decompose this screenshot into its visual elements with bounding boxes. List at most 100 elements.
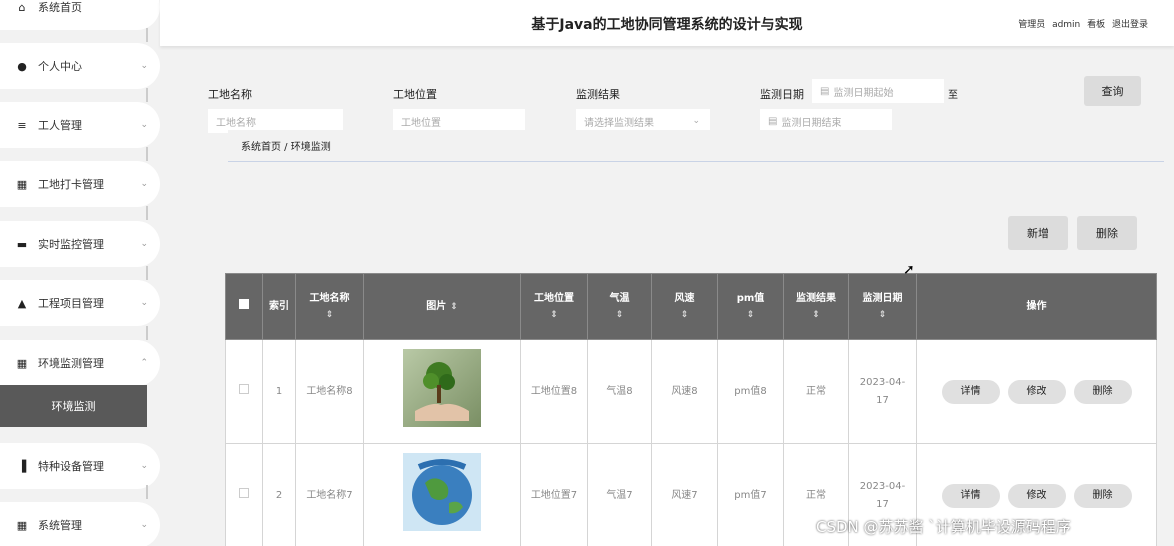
divider (146, 147, 148, 161)
sort-icon[interactable]: ⇕ (784, 307, 848, 323)
actions-cell: 详情 修改 删除 (916, 339, 1157, 444)
column-header[interactable]: 监测日期 ⇕ (848, 273, 917, 340)
chevron-down-icon: ⌄ (140, 179, 148, 189)
date-start-placeholder: 监测日期起始 (833, 87, 894, 99)
date-start-input[interactable]: ▤ 监测日期起始 (812, 79, 944, 103)
chevron-down-icon: ⌄ (140, 298, 148, 308)
sort-icon[interactable]: ⇕ (849, 307, 916, 323)
checkbox-cell[interactable] (225, 339, 263, 444)
list-icon: ≡ (17, 118, 27, 132)
sidebar-item-2[interactable]: ≡ 工人管理 ⌄ (0, 102, 160, 148)
folder-icon: ▲ (17, 296, 27, 310)
sort-icon[interactable]: ⇕ (652, 307, 717, 323)
column-header[interactable]: 气温 ⇕ (587, 273, 652, 340)
column-header-label: 图片 (426, 300, 447, 312)
user-links[interactable]: 管理员 admin 看板 退出登录 (1018, 17, 1148, 30)
user-icon: ● (17, 59, 27, 73)
sidebar-item-5[interactable]: ▲ 工程项目管理 ⌄ (0, 280, 160, 326)
detail-button[interactable]: 详情 (941, 379, 1000, 404)
edit-button[interactable]: 修改 (1007, 483, 1066, 508)
image-cell (363, 339, 521, 444)
date-label: 监测日期 (760, 88, 804, 101)
add-button[interactable]: 新增 (1008, 216, 1068, 250)
bar-chart-icon: ▐ (17, 459, 27, 473)
chevron-down-icon: ⌄ (140, 461, 148, 471)
breadcrumb: 系统首页 / 环境监测 (228, 130, 1164, 162)
column-header[interactable]: 风速 ⇕ (651, 273, 718, 340)
sidebar-item-label: 系统首页 (38, 1, 82, 14)
sidebar: ⌂ 系统首页 ● 个人中心 ⌄ ≡ 工人管理 ⌄ ▦ 工地打卡管理 ⌄ ▬ 实时监控管理 ⌄ ▲ 工程项目管理… (0, 0, 160, 546)
calendar-icon: ▤ (768, 115, 778, 127)
sidebar-item-4[interactable]: ▬ 实时监控管理 ⌄ (0, 221, 160, 267)
sidebar-item-3[interactable]: ▦ 工地打卡管理 ⌄ (0, 161, 160, 207)
cell-wind: 风速8 (651, 339, 718, 444)
cell-temp: 气温8 (587, 339, 652, 444)
chevron-down-icon: ⌄ (140, 520, 148, 530)
select-all-checkbox[interactable] (239, 298, 249, 309)
divider (146, 88, 148, 102)
grid-icon: ▦ (16, 518, 28, 532)
row-checkbox[interactable] (239, 383, 249, 394)
cell-pm: pm值7 (717, 443, 784, 546)
sidebar-item-label: 环境监测管理 (38, 357, 104, 370)
checkbox-cell[interactable] (225, 443, 263, 546)
query-button[interactable]: 查询 (1084, 76, 1141, 106)
column-header[interactable]: 监测结果 ⇕ (783, 273, 849, 340)
sidebar-subitem-active[interactable]: 环境监测 (0, 385, 147, 427)
sidebar-item-label: 系统管理 (38, 519, 82, 532)
column-header-label: 工地名称 (309, 292, 350, 304)
sort-icon[interactable]: ⇕ (588, 307, 651, 323)
image-cell (363, 443, 521, 546)
sort-icon[interactable]: ⇕ (521, 307, 587, 323)
table-header-row: 索引 工地名称 ⇕ 图片 ⇕ 工地位置 ⇕ 气温 ⇕ 风速 ⇕ pm值 ⇕ 监测结果 ⇕ 监测日期 ⇕ 操作 (225, 273, 1157, 340)
divider (146, 326, 148, 340)
table-row: 1 工地名称8 工地位置8 气温8 风速8 pm值8 正常 2023-04-17 详情 修改 删除 (225, 339, 1157, 444)
monitor-icon: ▬ (16, 237, 28, 251)
sidebar-item-label: 特种设备管理 (38, 460, 104, 473)
column-header-label: 风速 (674, 292, 695, 304)
column-header-label: 气温 (609, 292, 630, 304)
column-header-label: 操作 (1026, 300, 1047, 312)
column-header[interactable]: pm值 ⇕ (717, 273, 784, 340)
column-header[interactable]: 工地位置 ⇕ (520, 273, 588, 340)
date-to-label: 至 (948, 90, 958, 101)
sidebar-item-8[interactable]: ▦ 系统管理 ⌄ (0, 502, 160, 546)
tree-photo-icon (403, 349, 481, 427)
column-header[interactable]: 图片 ⇕ (363, 273, 521, 340)
detail-button[interactable]: 详情 (941, 483, 1000, 508)
select-all-checkbox-cell[interactable] (225, 273, 263, 340)
sidebar-item-label: 工程项目管理 (38, 297, 104, 310)
delete-button[interactable]: 删除 (1073, 483, 1132, 508)
column-header[interactable]: 工地名称 ⇕ (295, 273, 364, 340)
sidebar-item-label: 工地打卡管理 (38, 178, 104, 191)
row-checkbox[interactable] (239, 487, 249, 498)
divider (146, 266, 148, 280)
column-header: 索引 (262, 273, 296, 340)
divider (146, 206, 148, 220)
column-header-label: 索引 (269, 300, 289, 312)
divider (146, 485, 148, 499)
cell-result: 正常 (783, 339, 849, 444)
sidebar-item-1[interactable]: ● 个人中心 ⌄ (0, 43, 160, 89)
column-header: 操作 (916, 273, 1157, 340)
cell-date: 2023-04-17 (848, 339, 917, 444)
delete-button[interactable]: 删除 (1073, 379, 1132, 404)
column-header-label: 监测日期 (862, 292, 903, 304)
cell-site_name: 工地名称7 (295, 443, 364, 546)
sort-icon[interactable]: ⇕ (296, 307, 363, 323)
edit-button[interactable]: 修改 (1007, 379, 1066, 404)
cell-index: 2 (262, 443, 296, 546)
cell-pm: pm值8 (717, 339, 784, 444)
sort-icon[interactable]: ⇕ (450, 302, 458, 312)
date-end-placeholder: 监测日期结束 (781, 117, 842, 129)
sidebar-item-0[interactable]: ⌂ 系统首页 (0, 0, 160, 30)
batch-delete-button[interactable]: 删除 (1077, 216, 1137, 250)
cell-index: 1 (262, 339, 296, 444)
sidebar-item-7[interactable]: ▐ 特种设备管理 ⌄ (0, 443, 160, 489)
sidebar-item-6[interactable]: ▦ 环境监测管理 ⌃ (0, 340, 160, 386)
calendar-icon: ▤ (820, 85, 830, 97)
grid-icon: ▦ (16, 356, 28, 370)
sort-icon[interactable]: ⇕ (718, 307, 783, 323)
page-root: ⌂ 系统首页 ● 个人中心 ⌄ ≡ 工人管理 ⌄ ▦ 工地打卡管理 ⌄ ▬ 实时监控管理 ⌄ ▲ 工程项目管理… (0, 0, 1174, 546)
chevron-down-icon: ⌄ (692, 116, 700, 126)
